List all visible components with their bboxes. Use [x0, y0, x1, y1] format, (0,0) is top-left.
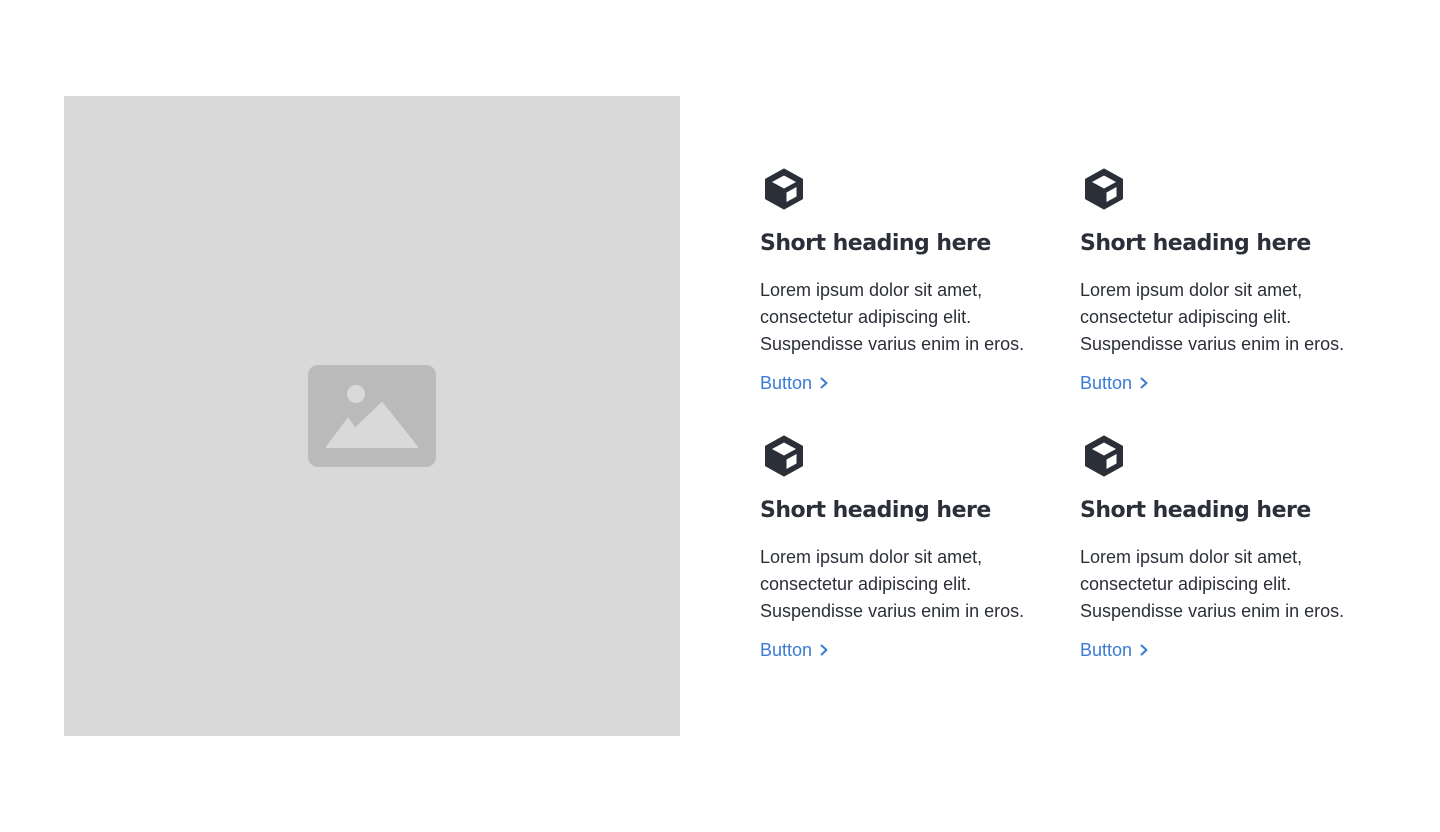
feature-button[interactable]: Button — [760, 638, 830, 662]
feature-description: Lorem ipsum dolor sit amet, consectetur … — [1080, 280, 1345, 354]
cube-icon — [765, 435, 803, 477]
feature-button-label: Button — [760, 373, 813, 393]
image-icon — [308, 365, 436, 467]
feature-button-label: Button — [760, 640, 813, 660]
feature-description: Lorem ipsum dolor sit amet, consectetur … — [760, 547, 1025, 621]
feature-button[interactable]: Button — [1080, 371, 1150, 395]
feature-button-label: Button — [1080, 373, 1133, 393]
feature-heading: Short heading here — [760, 498, 991, 523]
cube-icon — [1085, 435, 1123, 477]
cube-icon — [1085, 168, 1123, 210]
chevron-right-icon — [1140, 377, 1148, 389]
image-placeholder — [64, 96, 680, 736]
chevron-right-icon — [820, 377, 828, 389]
features-grid: Short heading here Lorem ipsum dolor sit… — [760, 168, 1376, 664]
chevron-right-icon — [1140, 644, 1148, 656]
feature-button[interactable]: Button — [1080, 638, 1150, 662]
feature-description: Lorem ipsum dolor sit amet, consectetur … — [760, 280, 1025, 354]
feature-button[interactable]: Button — [760, 371, 830, 395]
cube-icon — [765, 168, 803, 210]
feature-heading: Short heading here — [1080, 498, 1311, 523]
feature-description: Lorem ipsum dolor sit amet, consectetur … — [1080, 547, 1345, 621]
feature-section: Short heading here Lorem ipsum dolor sit… — [64, 96, 1376, 736]
chevron-right-icon — [820, 644, 828, 656]
feature-heading: Short heading here — [760, 231, 991, 256]
feature-heading: Short heading here — [1080, 231, 1311, 256]
feature-button-label: Button — [1080, 640, 1133, 660]
